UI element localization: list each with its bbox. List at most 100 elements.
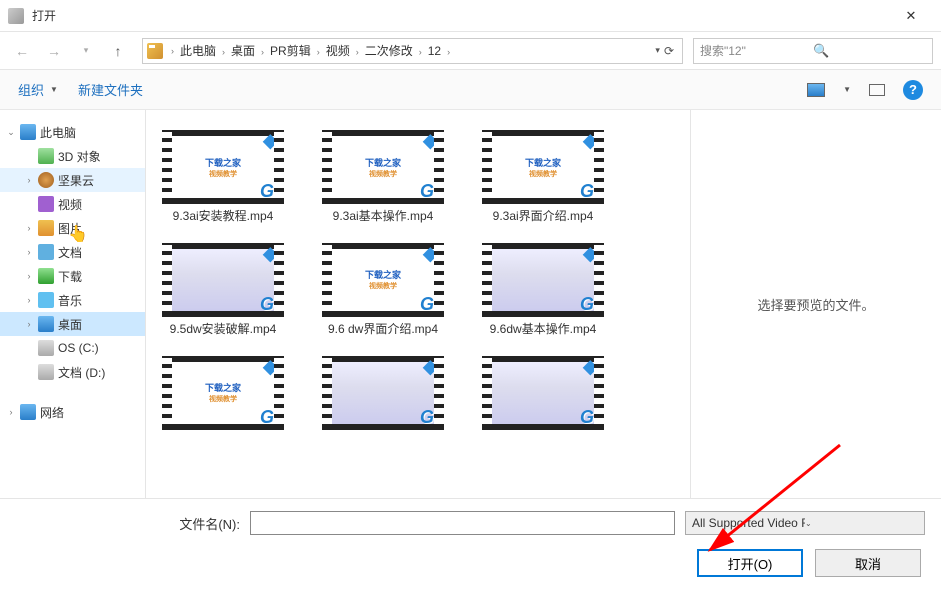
folder-icon <box>147 43 163 59</box>
file-label: 9.3ai基本操作.mp4 <box>318 208 448 225</box>
chevron-icon[interactable]: › <box>6 407 16 417</box>
watermark-icon: G <box>260 181 274 202</box>
sidebar-item[interactable]: ›OS (C:) <box>0 336 145 360</box>
vid-icon <box>38 196 54 212</box>
chevron-icon[interactable]: › <box>24 175 34 185</box>
file-label: 9.6dw基本操作.mp4 <box>478 321 608 338</box>
sidebar-item-label: 音乐 <box>58 292 82 309</box>
file-thumbnail: 下载之家视频教学◆G <box>482 130 604 204</box>
3d-icon <box>38 148 54 164</box>
search-icon[interactable]: 🔍 <box>813 43 926 59</box>
filetype-dropdown[interactable]: All Supported Video Files (*.M ⌄ <box>685 511 925 535</box>
new-folder-button[interactable]: 新建文件夹 <box>78 80 143 99</box>
app-icon <box>8 8 24 24</box>
chevron-icon[interactable]: › <box>24 319 34 329</box>
sidebar-item[interactable]: › 桌面 <box>0 312 145 336</box>
view-details-button[interactable] <box>869 84 885 96</box>
file-thumbnail: ◆G <box>162 243 284 317</box>
filename-input[interactable] <box>250 511 675 535</box>
breadcrumb-item[interactable]: PR剪辑 <box>266 44 315 58</box>
breadcrumb-item[interactable]: 视频 <box>322 44 354 58</box>
sidebar-item-label: 网络 <box>40 404 64 421</box>
badge-icon: ◆ <box>423 128 438 153</box>
sidebar-item[interactable]: ›文档 (D:) <box>0 360 145 384</box>
sidebar-item[interactable]: › 坚果云 <box>0 168 145 192</box>
preview-pane: 选择要预览的文件。 <box>691 110 941 498</box>
chevron-down-icon[interactable]: ▼ <box>843 85 851 94</box>
recent-dropdown[interactable]: ▾ <box>72 37 100 65</box>
file-thumbnail: ◆G <box>322 356 444 430</box>
chevron-icon[interactable]: ⌄ <box>6 127 16 138</box>
net-icon <box>20 404 36 420</box>
chevron-icon[interactable]: › <box>24 271 34 281</box>
organize-button[interactable]: 组织 ▼ <box>18 80 58 99</box>
file-label: 9.3ai安装教程.mp4 <box>158 208 288 225</box>
file-thumbnail: ◆G <box>482 356 604 430</box>
sidebar-item-label: 图片 <box>58 220 82 237</box>
chevron-icon[interactable]: › <box>24 223 34 233</box>
sidebar-item[interactable]: ⌄ 此电脑 <box>0 120 145 144</box>
file-item[interactable]: ◆G <box>318 356 448 434</box>
chevron-right-icon: › <box>417 47 424 57</box>
badge-icon: ◆ <box>263 354 278 379</box>
up-button[interactable]: ↑ <box>104 37 132 65</box>
search-placeholder: 搜索"12" <box>700 42 813 59</box>
watermark-icon: G <box>420 294 434 315</box>
file-item[interactable]: ◆G9.5dw安装破解.mp4 <box>158 243 288 338</box>
watermark-icon: G <box>420 181 434 202</box>
preview-message: 选择要预览的文件。 <box>757 295 874 314</box>
sidebar-item[interactable]: › 网络 <box>0 400 145 424</box>
sidebar-item[interactable]: ›3D 对象 <box>0 144 145 168</box>
file-item[interactable]: 下载之家视频教学◆G9.3ai基本操作.mp4 <box>318 130 448 225</box>
chevron-icon[interactable]: › <box>24 295 34 305</box>
sidebar-item-label: 下载 <box>58 268 82 285</box>
sidebar-item[interactable]: › 音乐 <box>0 288 145 312</box>
view-thumbnails-button[interactable] <box>807 83 825 97</box>
file-item[interactable]: ◆G <box>478 356 608 434</box>
watermark-icon: G <box>260 407 274 428</box>
sidebar-item-label: 坚果云 <box>58 172 94 189</box>
cancel-button[interactable]: 取消 <box>815 549 921 577</box>
sidebar-item-label: 桌面 <box>58 316 82 333</box>
file-item[interactable]: ◆G 9.6dw基本操作.mp4 <box>478 243 608 338</box>
sidebar-item-label: 此电脑 <box>40 124 76 141</box>
sidebar-item[interactable]: ›文档 <box>0 240 145 264</box>
badge-icon: ◆ <box>423 354 438 379</box>
file-thumbnail: 下载之家视频教学◆G <box>322 130 444 204</box>
close-button[interactable]: ✕ <box>889 8 933 24</box>
refresh-icon[interactable]: ⟳ <box>664 44 674 58</box>
sidebar-item[interactable]: › 下载 <box>0 264 145 288</box>
sidebar-item[interactable]: › 图片 <box>0 216 145 240</box>
breadcrumb-item[interactable]: 此电脑 <box>176 44 220 58</box>
back-button[interactable]: ← <box>8 37 36 65</box>
breadcrumb-bar[interactable]: › 此电脑›桌面›PR剪辑›视频›二次修改›12› ▾ ⟳ <box>142 38 683 64</box>
forward-button[interactable]: → <box>40 37 68 65</box>
file-item[interactable]: 下载之家视频教学◆G <box>158 356 288 434</box>
sidebar-item[interactable]: ›视频 <box>0 192 145 216</box>
watermark-icon: G <box>580 181 594 202</box>
sidebar-item-label: OS (C:) <box>58 341 99 355</box>
help-icon[interactable]: ? <box>903 80 923 100</box>
file-label: 9.3ai界面介绍.mp4 <box>478 208 608 225</box>
file-thumbnail: ◆G <box>482 243 604 317</box>
desk-icon <box>38 316 54 332</box>
search-input[interactable]: 搜索"12" 🔍 <box>693 38 933 64</box>
chevron-right-icon: › <box>354 47 361 57</box>
file-item[interactable]: 下载之家视频教学◆G9.3ai安装教程.mp4 <box>158 130 288 225</box>
watermark-icon: G <box>260 294 274 315</box>
badge-icon: ◆ <box>263 128 278 153</box>
breadcrumb-item[interactable]: 桌面 <box>227 44 259 58</box>
filename-label: 文件名(N): <box>0 514 240 533</box>
file-item[interactable]: 下载之家视频教学◆G9.3ai界面介绍.mp4 <box>478 130 608 225</box>
open-button[interactable]: 打开(O) <box>697 549 803 577</box>
breadcrumb-item[interactable]: 12 <box>424 44 445 58</box>
chevron-down-icon: ▼ <box>50 85 58 94</box>
chevron-icon[interactable]: › <box>24 247 34 257</box>
disk-icon <box>38 340 54 356</box>
file-item[interactable]: 下载之家视频教学◆G9.6 dw界面介绍.mp4 <box>318 243 448 338</box>
badge-icon: ◆ <box>583 128 598 153</box>
chevron-down-icon[interactable]: ▾ <box>655 45 660 56</box>
pic-icon <box>38 220 54 236</box>
breadcrumb-item[interactable]: 二次修改 <box>361 44 417 58</box>
file-grid: 下载之家视频教学◆G9.3ai安装教程.mp4下载之家视频教学◆G9.3ai基本… <box>146 110 691 498</box>
